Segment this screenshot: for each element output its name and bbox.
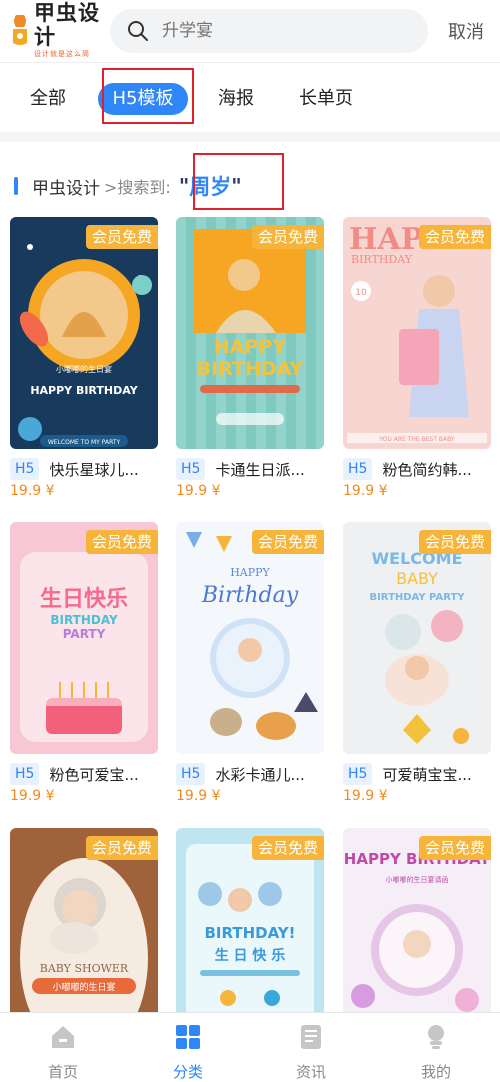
art-text-3: YOU ARE THE BEST BABY: [378, 436, 455, 443]
tabbar-profile[interactable]: 我的: [406, 1023, 466, 1082]
bottom-tab-bar: 首页 分类 资讯 我的: [0, 1012, 500, 1082]
card-title[interactable]: 可爱萌宝宝...: [382, 764, 471, 785]
art-text-2: 10: [355, 288, 367, 298]
vip-free-badge: 会员免费: [251, 225, 324, 249]
logo[interactable]: 甲虫设计 设计就是这么简: [10, 1, 110, 58]
logo-slogan: 设计就是这么简: [34, 50, 90, 58]
card-title[interactable]: 卡通生日派...: [215, 459, 304, 480]
vip-free-badge: 会员免费: [85, 225, 158, 249]
tabbar-label: 分类: [172, 1063, 203, 1081]
card-price: 19.9 ¥: [10, 788, 55, 804]
art-text-2: BIRTHDAY PARTY: [369, 592, 465, 603]
section-divider: [0, 132, 500, 142]
category-tabs: 全部 H5模板 海报 长单页: [0, 62, 500, 132]
vip-free-badge: 会员免费: [251, 836, 324, 860]
vip-free-badge: 会员免费: [418, 530, 491, 554]
card-price: 19.9 ¥: [176, 788, 221, 804]
template-thumbnail[interactable]: 小嘟嘟的生日宴 HAPPY BIRTHDAY WELCOME TO MY PAR…: [10, 217, 158, 449]
logo-mark-icon: [10, 13, 30, 47]
cancel-button[interactable]: 取消: [448, 18, 484, 44]
news-icon: [301, 1025, 321, 1049]
vip-free-badge: 会员免费: [251, 530, 324, 554]
art-text-1: 小嘟嘟的生日宴: [52, 981, 115, 993]
h5-tag: H5: [10, 763, 40, 785]
tabbar-category[interactable]: 分类: [158, 1023, 218, 1082]
profile-icon: [428, 1025, 444, 1049]
card-price: 19.9 ¥: [176, 483, 221, 499]
tabbar-label: 首页: [47, 1063, 78, 1081]
card-title[interactable]: 粉色简约韩...: [382, 459, 471, 480]
home-icon: [52, 1026, 74, 1048]
art-text-0: HAPPY: [214, 336, 286, 358]
art-text-0: 生日快乐: [40, 587, 128, 612]
vip-free-badge: 会员免费: [85, 530, 158, 554]
art-text-0: BABY SHOWER: [40, 962, 129, 975]
art-text-1: 小嘟嘟的生日宴请函: [386, 875, 449, 884]
tab-all[interactable]: 全部: [30, 83, 66, 115]
art-text-1: BIRTHDAY: [351, 253, 413, 266]
art-text-1: BIRTHDAY: [50, 613, 118, 627]
template-thumbnail[interactable]: HAPPY Birthday 会员免费: [176, 522, 324, 754]
highlight-box-keyword: [193, 153, 284, 210]
breadcrumb-accent-bar: [14, 177, 18, 195]
art-text-1: BIRTHDAY: [197, 358, 304, 380]
highlight-box-tab: [102, 68, 194, 124]
tab-poster[interactable]: 海报: [218, 83, 254, 115]
template-thumbnail[interactable]: WELCOME BABY BIRTHDAY PARTY 会员免费: [343, 522, 491, 754]
card-price: 19.9 ¥: [343, 483, 388, 499]
art-text-0: HAPPY: [230, 566, 270, 579]
art-text-2: PARTY: [63, 627, 106, 641]
art-text-1: 小嘟嘟的生日宴: [56, 364, 112, 374]
card-title[interactable]: 快乐星球儿...: [49, 459, 138, 480]
vip-free-badge: 会员免费: [85, 836, 158, 860]
card-title[interactable]: 水彩卡通儿...: [215, 764, 304, 785]
search-icon: [128, 21, 148, 41]
template-thumbnail[interactable]: 生日快乐 BIRTHDAY PARTY 会员免费: [10, 522, 158, 754]
logo-name: 甲虫设计: [34, 1, 100, 49]
h5-tag: H5: [176, 458, 206, 480]
breadcrumb-separator: >搜索到:: [104, 178, 171, 197]
art-text-0: BIRTHDAY!: [204, 924, 295, 942]
search-input[interactable]: [162, 21, 412, 41]
card-price: 19.9 ¥: [343, 788, 388, 804]
h5-tag: H5: [343, 763, 373, 785]
h5-tag: H5: [343, 458, 373, 480]
search-bar[interactable]: [110, 9, 428, 53]
quote-open: ": [178, 174, 190, 198]
art-text-0: HAPPY BIRTHDAY: [30, 384, 138, 397]
art-text-1: BABY: [396, 569, 438, 588]
template-thumbnail[interactable]: HAPPY BIRTHDAY 会员免费: [176, 217, 324, 449]
template-thumbnail[interactable]: HAPPY BIRTHDAY 10 YOU ARE THE BEST BABY …: [343, 217, 491, 449]
tabbar-news[interactable]: 资讯: [281, 1023, 341, 1082]
tabbar-label: 资讯: [295, 1063, 326, 1081]
h5-tag: H5: [176, 763, 206, 785]
art-text-1: 生 日 快 乐: [215, 947, 286, 964]
art-text-1: Birthday: [201, 583, 299, 608]
tabbar-home[interactable]: 首页: [33, 1023, 93, 1082]
tabbar-label: 我的: [420, 1063, 451, 1081]
h5-tag: H5: [10, 458, 40, 480]
header: 甲虫设计 设计就是这么简 取消: [0, 0, 500, 62]
vip-free-badge: 会员免费: [418, 225, 491, 249]
card-title[interactable]: 粉色可爱宝...: [49, 764, 138, 785]
category-icon: [176, 1025, 200, 1049]
tab-long-page[interactable]: 长单页: [299, 83, 353, 115]
card-price: 19.9 ¥: [10, 483, 55, 499]
breadcrumb-site[interactable]: 甲虫设计: [32, 174, 100, 199]
art-text-2: WELCOME TO MY PARTY: [48, 439, 121, 446]
vip-free-badge: 会员免费: [418, 836, 491, 860]
